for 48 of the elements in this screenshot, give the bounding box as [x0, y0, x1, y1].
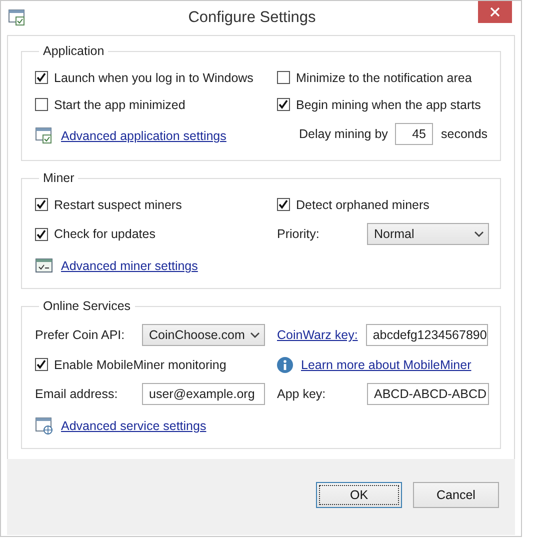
settings-link[interactable]: Advanced application settings — [61, 129, 226, 143]
checkbox-label: Begin mining when the app starts — [296, 98, 481, 112]
checkbox[interactable] — [35, 98, 48, 111]
checkbox-label: Check for updates — [54, 227, 156, 241]
field-label: App key: — [277, 387, 327, 401]
app-icon — [8, 9, 26, 27]
checkbox-label: Detect orphaned miners — [296, 198, 430, 212]
unit-label: seconds — [441, 127, 488, 141]
group-title: Online Services — [42, 299, 132, 313]
close-icon — [490, 7, 500, 17]
dialog-button[interactable]: Cancel — [413, 482, 499, 508]
settings-link[interactable]: Learn more about MobileMiner — [301, 358, 472, 372]
checkbox[interactable] — [35, 358, 48, 371]
checkbox[interactable] — [35, 228, 48, 240]
dropdown[interactable]: CoinChoose.com — [142, 324, 265, 346]
field-label: Delay mining by — [299, 127, 389, 141]
settings-link[interactable]: Advanced miner settings — [61, 259, 198, 273]
input-field[interactable]: ABCD-ABCD-ABCD — [367, 383, 489, 405]
settings-window-icon — [35, 417, 53, 435]
settings-window-icon — [35, 257, 53, 275]
key-link[interactable]: CoinWarz key: — [277, 328, 358, 342]
field-label: Email address: — [35, 387, 119, 401]
checkbox[interactable] — [277, 98, 290, 111]
field-label: Priority: — [277, 227, 320, 241]
caret-icon — [474, 230, 484, 238]
checkbox-label: Enable MobileMiner monitoring — [54, 358, 226, 372]
number-field[interactable]: 45 — [395, 123, 433, 145]
input-field[interactable]: abcdefg1234567890 — [366, 324, 488, 346]
checkbox[interactable] — [35, 198, 48, 211]
checkbox[interactable] — [35, 71, 48, 84]
checkbox-label: Restart suspect miners — [54, 198, 182, 212]
checkbox-label: Launch when you log in to Windows — [54, 70, 254, 84]
field-label: Prefer Coin API: — [35, 328, 126, 342]
group-title: Application — [42, 44, 106, 58]
checkbox-label: Start the app minimized — [54, 98, 186, 112]
dropdown[interactable]: Normal — [367, 223, 489, 245]
settings-window-icon — [35, 127, 53, 145]
checkbox-label: Minimize to the notification area — [296, 70, 472, 84]
dialog-button[interactable]: OK — [316, 482, 402, 508]
input-field[interactable]: user@example.org — [142, 383, 265, 405]
settings-link[interactable]: Advanced service settings — [61, 419, 206, 433]
group-title: Miner — [42, 171, 76, 185]
window-title: Configure Settings — [187, 9, 317, 27]
checkbox[interactable] — [277, 71, 290, 84]
close-button[interactable] — [478, 1, 512, 23]
info-icon — [277, 356, 293, 372]
caret-icon — [250, 332, 260, 338]
checkbox[interactable] — [277, 198, 290, 211]
